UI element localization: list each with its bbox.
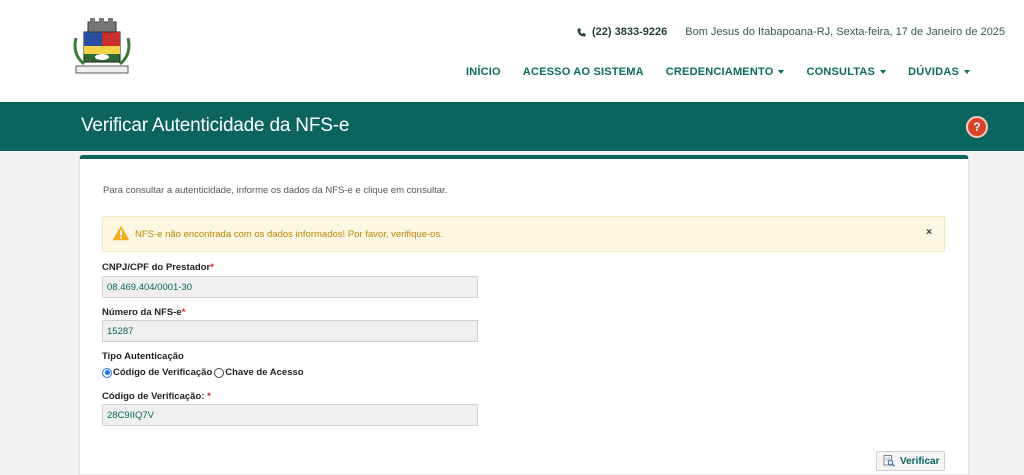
- radio-chave-label[interactable]: Chave de Acesso: [225, 367, 303, 378]
- nav-consultas[interactable]: CONSULTAS: [806, 66, 887, 78]
- main-nav: INÍCIO ACESSO AO SISTEMA CREDENCIAMENTO …: [466, 66, 970, 78]
- codigo-verificacao-input[interactable]: 28C9IIQ7V: [102, 404, 478, 426]
- codigo-label: Código de Verificação: *: [102, 391, 211, 402]
- question-icon: ?: [973, 120, 981, 134]
- numero-nfse-input[interactable]: 15287: [102, 320, 478, 342]
- verify-button[interactable]: Verificar: [876, 451, 945, 471]
- tipo-autenticacao-label: Tipo Autenticação: [102, 351, 184, 362]
- nav-consultas-label: CONSULTAS: [806, 66, 876, 78]
- phone-info: (22) 3833-9226: [577, 26, 667, 38]
- required-mark: *: [181, 307, 186, 318]
- intro-text: Para consultar a autenticidade, informe …: [103, 185, 448, 196]
- caret-down-icon: [964, 70, 970, 74]
- nav-inicio-label: INÍCIO: [465, 66, 501, 78]
- location-date: Bom Jesus do Itabapoana-RJ, Sexta-feira,…: [685, 26, 1006, 38]
- top-header: (22) 3833-9226 Bom Jesus do Itabapoana-R…: [0, 0, 1024, 102]
- help-button[interactable]: ?: [966, 116, 988, 138]
- numero-label: Número da NFS-e*: [102, 307, 185, 318]
- cnpj-label: CNPJ/CPF do Prestador*: [102, 262, 214, 273]
- form-panel: [79, 155, 969, 475]
- cnpj-label-text: CNPJ/CPF do Prestador: [102, 262, 211, 273]
- required-mark: *: [210, 262, 214, 273]
- tipo-autenticacao-group: Código de Verificação Chave de Acesso: [102, 367, 304, 378]
- radio-chave-acesso[interactable]: [214, 367, 225, 378]
- nav-acesso-sistema[interactable]: ACESSO AO SISTEMA: [523, 66, 644, 78]
- nav-duvidas-label: DÚVIDAS: [908, 66, 959, 78]
- warning-alert: NFS-e não encontrada com os dados inform…: [102, 216, 945, 252]
- cnpj-input[interactable]: 08.469.404/0001-30: [102, 276, 478, 298]
- magnifier-document-icon: [883, 455, 895, 467]
- contact-info: (22) 3833-9226 Bom Jesus do Itabapoana-R…: [577, 26, 1005, 38]
- nav-duvidas[interactable]: DÚVIDAS: [908, 66, 970, 78]
- nav-credenciamento[interactable]: CREDENCIAMENTO: [666, 66, 785, 78]
- phone-icon: [577, 27, 586, 37]
- nav-inicio[interactable]: INÍCIO: [466, 66, 501, 78]
- nav-acesso-label: ACESSO AO SISTEMA: [522, 66, 644, 78]
- page-title: Verificar Autenticidade da NFS-e: [81, 115, 350, 136]
- warning-icon: [112, 225, 130, 241]
- caret-down-icon: [778, 70, 785, 74]
- close-icon[interactable]: ×: [926, 227, 932, 238]
- caret-down-icon: [880, 70, 887, 74]
- radio-codigo-label[interactable]: Código de Verificação: [113, 367, 212, 378]
- phone-number: (22) 3833-9226: [592, 26, 668, 38]
- municipality-crest-logo: [73, 18, 131, 74]
- alert-message: NFS-e não encontrada com os dados inform…: [135, 229, 443, 240]
- codigo-label-text: Código de Verificação:: [102, 391, 205, 402]
- nav-credenciamento-label: CREDENCIAMENTO: [665, 66, 774, 78]
- title-band: Verificar Autenticidade da NFS-e: [0, 102, 1024, 151]
- numero-label-text: Número da NFS-e: [102, 307, 182, 318]
- required-mark: *: [207, 391, 211, 402]
- radio-codigo-verificacao[interactable]: [102, 367, 112, 378]
